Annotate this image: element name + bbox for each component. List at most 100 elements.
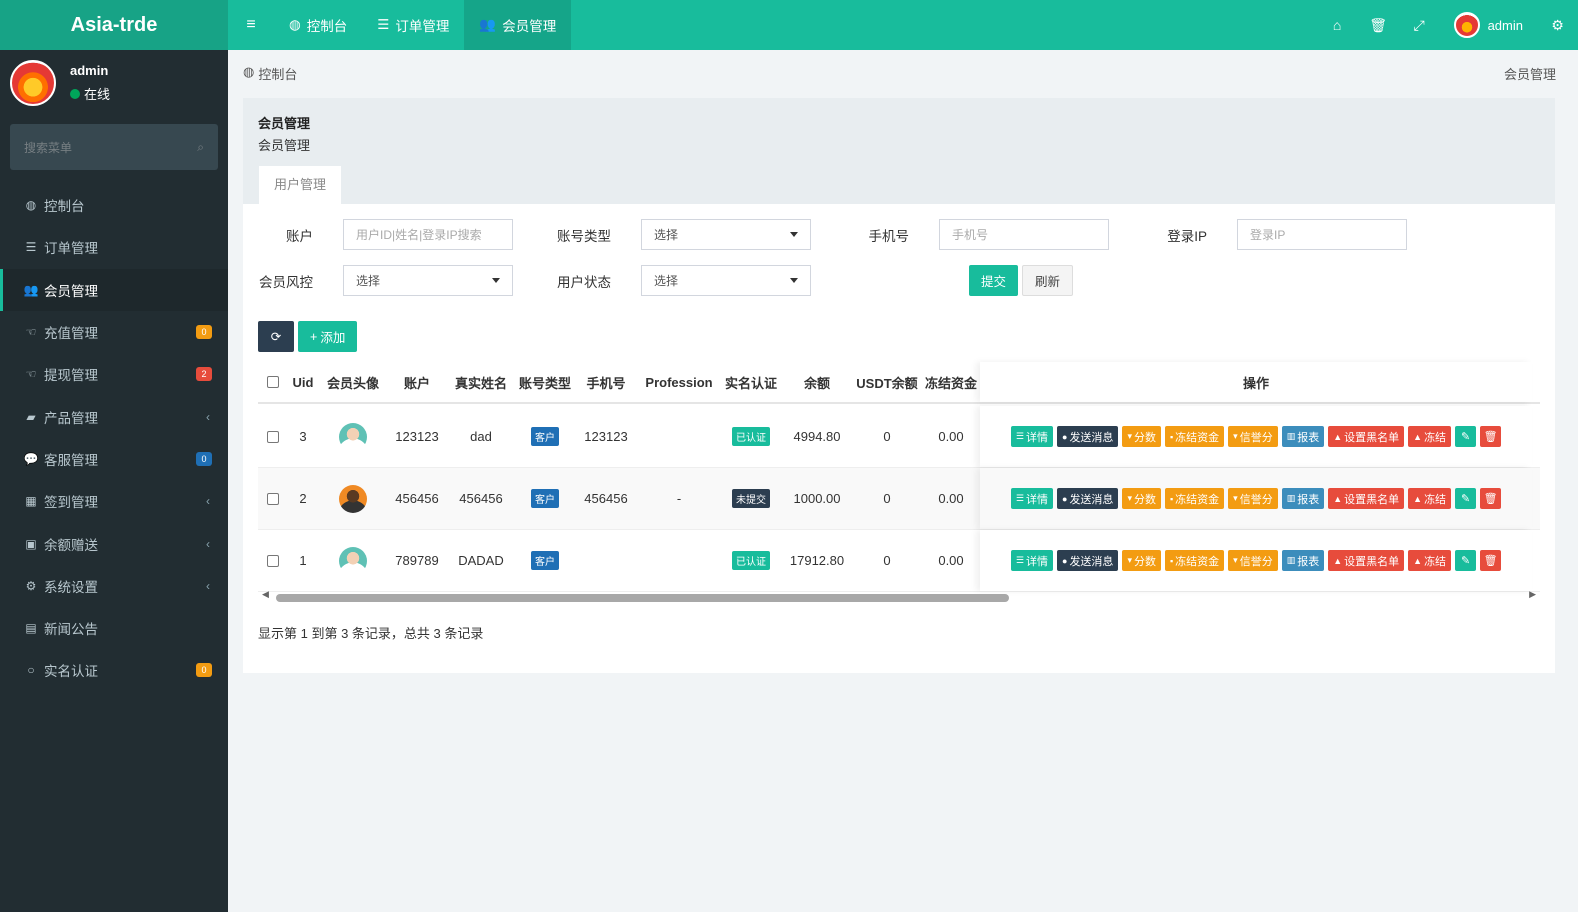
action-button-7[interactable]: ▲ 冻结 bbox=[1408, 426, 1452, 447]
cart-icon: ▾ bbox=[1127, 555, 1132, 565]
action-button-0[interactable]: ☰ 详情 bbox=[1010, 550, 1053, 571]
edit-button[interactable]: ✎ bbox=[1455, 550, 1477, 571]
submit-button[interactable]: 提交 bbox=[969, 265, 1019, 296]
action-button-3[interactable]: ▪ 冻结资金 bbox=[1164, 550, 1225, 571]
action-button-6[interactable]: ▲ 设置黑名单 bbox=[1328, 550, 1405, 571]
action-button-3[interactable]: ▪ 冻结资金 bbox=[1164, 488, 1225, 509]
risk-select[interactable]: 选择 bbox=[343, 265, 513, 296]
scroll-thumb[interactable] bbox=[276, 594, 1009, 602]
account-type-badge: 客户 bbox=[531, 551, 559, 570]
action-button-5[interactable]: ▥ 报表 bbox=[1281, 426, 1325, 447]
login-ip-input[interactable]: 登录IP bbox=[1237, 219, 1407, 250]
delete-button[interactable]: 🗑 bbox=[1480, 426, 1502, 447]
trash-icon: 🗑 bbox=[1483, 493, 1498, 505]
sidebar-item-2[interactable]: 👥 会员管理 bbox=[0, 268, 228, 311]
select-all-checkbox[interactable] bbox=[267, 376, 279, 388]
chart-icon: ▥ bbox=[1286, 555, 1296, 565]
table-cell: 3 bbox=[288, 406, 318, 467]
action-button-6[interactable]: ▲ 设置黑名单 bbox=[1328, 488, 1405, 509]
table-cell: 1 bbox=[288, 530, 318, 591]
action-button-7[interactable]: ▲ 冻结 bbox=[1408, 488, 1452, 509]
action-button-1[interactable]: ● 发送消息 bbox=[1057, 488, 1119, 509]
account-type-select[interactable]: 选择 bbox=[641, 219, 811, 250]
avatar[interactable] bbox=[339, 422, 367, 451]
sidebar-item-5[interactable]: ▰ 产品管理 ‹ bbox=[0, 395, 228, 437]
menu-search-input[interactable]: 搜索菜单 ⌕ bbox=[10, 124, 218, 170]
edit-button[interactable]: ✎ bbox=[1455, 426, 1477, 447]
scroll-right-icon[interactable]: ▶ bbox=[1529, 589, 1536, 600]
add-button[interactable]: + 添加 bbox=[298, 321, 358, 352]
avatar[interactable] bbox=[339, 546, 367, 575]
action-label: 设置黑名单 bbox=[1344, 493, 1400, 506]
user-panel: admin 在线 bbox=[0, 50, 228, 116]
table-cell bbox=[258, 406, 288, 467]
action-button-0[interactable]: ☰ 详情 bbox=[1010, 488, 1053, 509]
sidebar-item-1[interactable]: ☰ 订单管理 bbox=[0, 226, 228, 268]
reload-button[interactable]: ⟳ bbox=[258, 321, 294, 352]
account-search-input[interactable]: 用户ID|姓名|登录IP搜索 bbox=[343, 219, 513, 250]
home-icon[interactable]: ⌂ bbox=[1317, 0, 1358, 50]
sidebar-item-3[interactable]: ☜ 充值管理 0 bbox=[0, 311, 228, 353]
tab-user-management[interactable]: 用户管理 bbox=[259, 166, 341, 204]
settings-cogs-icon[interactable]: ⚙ bbox=[1537, 0, 1578, 50]
action-button-7[interactable]: ▲ 冻结 bbox=[1408, 550, 1452, 571]
column-header[interactable]: 余额 bbox=[782, 362, 852, 402]
sidebar-item-4[interactable]: ☜ 提现管理 2 bbox=[0, 353, 228, 395]
user-menu[interactable]: admin bbox=[1440, 12, 1537, 38]
breadcrumb-home[interactable]: 控制台 bbox=[258, 64, 297, 83]
table-cell: 客户 bbox=[516, 530, 574, 591]
search-icon[interactable]: ⌕ bbox=[197, 140, 204, 155]
top-tab-orders[interactable]: ☰ 订单管理 bbox=[362, 0, 464, 50]
refresh-button[interactable]: 刷新 bbox=[1022, 265, 1074, 296]
avatar[interactable] bbox=[339, 484, 367, 513]
action-button-1[interactable]: ● 发送消息 bbox=[1057, 550, 1119, 571]
action-button-0[interactable]: ☰ 详情 bbox=[1010, 426, 1053, 447]
brand-logo[interactable]: Asia-trde bbox=[0, 0, 228, 50]
action-button-5[interactable]: ▥ 报表 bbox=[1281, 488, 1325, 509]
phone-input[interactable]: 手机号 bbox=[939, 219, 1109, 250]
action-button-2[interactable]: ▾ 分数 bbox=[1122, 550, 1161, 571]
sidebar-item-label: 系统设置 bbox=[44, 579, 98, 595]
sidebar-item-11[interactable]: ○ 实名认证 0 bbox=[0, 649, 228, 691]
action-button-1[interactable]: ● 发送消息 bbox=[1057, 426, 1119, 447]
action-button-3[interactable]: ▪ 冻结资金 bbox=[1164, 426, 1225, 447]
sidebar-item-6[interactable]: 💬 客服管理 0 bbox=[0, 438, 228, 480]
hand-icon: ☜ bbox=[25, 367, 37, 382]
bars-icon: ≡ bbox=[246, 16, 256, 33]
column-header: 手机号 bbox=[586, 375, 626, 391]
row-checkbox[interactable] bbox=[267, 554, 279, 567]
table-cell: 已认证 bbox=[720, 530, 782, 591]
user-status-select[interactable]: 选择 bbox=[641, 265, 811, 296]
action-button-4[interactable]: ▾ 信誉分 bbox=[1228, 488, 1278, 509]
table-row: 3 123123 dad 客户 123123 已认证 4994.80 0 0.00 ☰ 详情 ● 发送消… bbox=[258, 406, 1540, 468]
usdt-balance-value: 0 bbox=[883, 429, 891, 444]
edit-button[interactable]: ✎ bbox=[1455, 488, 1477, 509]
hand-icon: ☜ bbox=[25, 325, 37, 340]
delete-button[interactable]: 🗑 bbox=[1480, 550, 1502, 571]
top-tab-members[interactable]: 👥 会员管理 bbox=[464, 0, 572, 50]
action-button-2[interactable]: ▾ 分数 bbox=[1122, 426, 1161, 447]
list-icon: ☰ bbox=[1015, 555, 1024, 565]
trash-icon[interactable]: 🗑 bbox=[1358, 0, 1399, 50]
action-button-4[interactable]: ▾ 信誉分 bbox=[1228, 550, 1278, 571]
scroll-left-icon[interactable]: ◀ bbox=[262, 589, 269, 600]
table-cell: 未提交 bbox=[720, 468, 782, 529]
action-button-2[interactable]: ▾ 分数 bbox=[1122, 488, 1161, 509]
sidebar-item-7[interactable]: ▦ 签到管理 ‹ bbox=[0, 480, 228, 522]
action-button-5[interactable]: ▥ 报表 bbox=[1281, 550, 1325, 571]
column-header: 账号类型 bbox=[518, 375, 571, 391]
sidebar-item-10[interactable]: ▤ 新闻公告 bbox=[0, 607, 228, 649]
fullscreen-icon[interactable]: ⤢ bbox=[1399, 0, 1440, 50]
sidebar-item-0[interactable]: ◍ 控制台 bbox=[0, 184, 228, 226]
sidebar-item-9[interactable]: ⚙ 系统设置 ‹ bbox=[0, 565, 228, 607]
sidebar-item-8[interactable]: ▣ 余额赠送 ‹ bbox=[0, 522, 228, 564]
sidebar-toggle[interactable]: ≡ bbox=[228, 0, 274, 50]
delete-button[interactable]: 🗑 bbox=[1480, 488, 1502, 509]
action-button-6[interactable]: ▲ 设置黑名单 bbox=[1328, 426, 1405, 447]
table-horizontal-scrollbar[interactable]: ◀ ▶ bbox=[258, 589, 1540, 603]
action-button-4[interactable]: ▾ 信誉分 bbox=[1228, 426, 1278, 447]
count-badge: 0 bbox=[196, 663, 212, 678]
row-checkbox[interactable] bbox=[267, 430, 279, 443]
top-tab-dashboard[interactable]: ◍ 控制台 bbox=[274, 0, 362, 50]
row-checkbox[interactable] bbox=[267, 492, 279, 505]
